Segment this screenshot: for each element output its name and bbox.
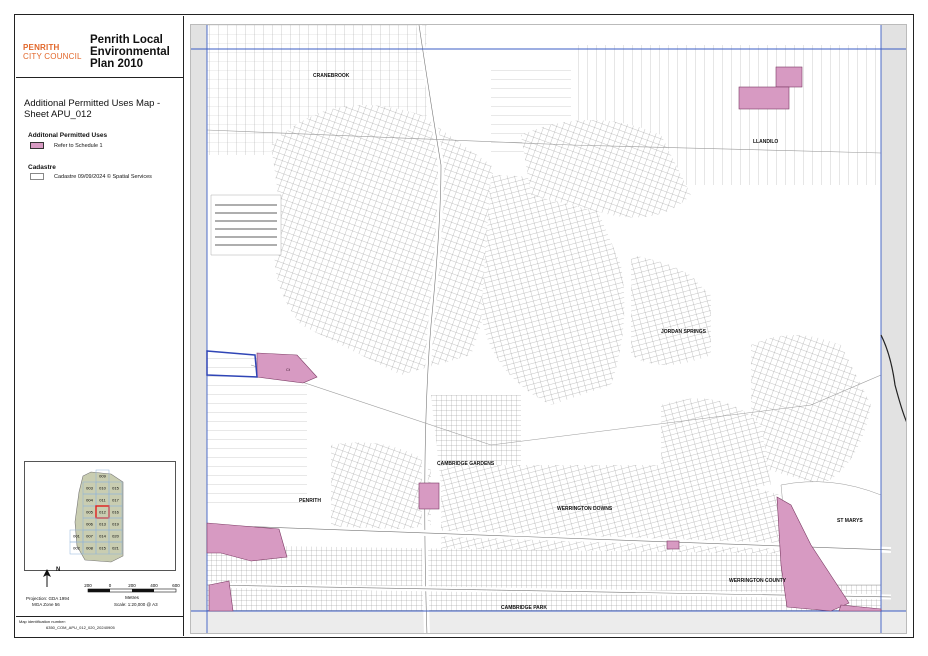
- cadastre-legend-heading: Cadastre: [28, 164, 56, 171]
- sheet-key-map: 009 003 010 015 004 011 017 005 012 016 006 013 019 0…: [24, 461, 176, 571]
- apu-parcel-llandilo-south[interactable]: [738, 86, 790, 110]
- council-logo-line2: CITY COUNCIL: [23, 52, 82, 61]
- label-werrington-downs: WERRINGTON DOWNS: [557, 506, 613, 512]
- key-map-sheet-label: 019: [112, 522, 119, 527]
- label-llandilo: LLANDILO: [753, 139, 778, 145]
- label-werrington-county: WERRINGTON COUNTY: [729, 578, 787, 584]
- legend-panel: PENRITH CITY COUNCIL Penrith Local Envir…: [16, 16, 184, 636]
- map-identification: Map identification number: 6350_COM_APU_…: [16, 616, 184, 636]
- apu-parcel-llandilo-north[interactable]: [775, 66, 803, 88]
- north-arrow-icon: [43, 569, 51, 587]
- key-map-sheet-label: 021: [112, 546, 119, 551]
- label-cranebrook: CRANEBROOK: [313, 73, 350, 79]
- plan-title: Penrith Local Environmental Plan 2010: [90, 34, 170, 70]
- cadastre-legend-item: Cadastre 09/09/2024 © Spatial Services: [54, 174, 152, 180]
- map-id-value: 6350_COM_APU_012_020_20240905: [46, 625, 115, 630]
- key-map-sheet-label: 012: [99, 510, 106, 515]
- scale-tick: 200: [128, 583, 136, 588]
- key-map-sheet-label: 010: [99, 486, 106, 491]
- key-map-sheet-label: 008: [86, 546, 93, 551]
- apu-parcel-southwest[interactable]: [208, 580, 234, 612]
- scale-ratio: Scale: 1:20,000 @ A3: [114, 602, 158, 607]
- offsheet-strip-right: [881, 25, 906, 633]
- key-map-sheet-label: 020: [112, 534, 119, 539]
- scale-unit: Metres: [125, 595, 140, 600]
- label-jordan-springs: JORDAN SPRINGS: [661, 329, 707, 335]
- key-map-sheet-label: 001: [73, 534, 80, 539]
- apu-legend-heading: Additonal Permitted Uses: [28, 132, 108, 139]
- sheet-title: Additional Permitted Uses Map - Sheet AP…: [24, 98, 161, 120]
- key-map-sheet-label: 007: [86, 534, 93, 539]
- scale-tick: 400: [150, 583, 158, 588]
- scale-tick: 0: [109, 583, 112, 588]
- key-map-sheet-label: 015: [99, 546, 106, 551]
- map-id-label: Map identification number:: [19, 619, 66, 624]
- council-logo-line1: PENRITH: [23, 43, 60, 52]
- key-map-sheet-label: 002: [73, 546, 80, 551]
- offsheet-strip-bottom: [191, 611, 906, 633]
- key-map-sheet-label: 003: [86, 486, 93, 491]
- apu-parcel-werrington[interactable]: [666, 540, 680, 550]
- scale-tick: 600: [172, 583, 180, 588]
- label-cambridge-gardens: CAMBRIDGE GARDENS: [437, 461, 495, 467]
- apu-swatch: [30, 142, 44, 149]
- offsheet-strip-left: [191, 25, 207, 633]
- key-map-sheet-label: 014: [99, 534, 106, 539]
- key-map-sheet-label: 009: [99, 474, 106, 479]
- key-map-sheet-label: 013: [99, 522, 106, 527]
- key-map-sheet-label: 004: [86, 498, 93, 503]
- key-map-sheet-label: 006: [86, 522, 93, 527]
- map-canvas[interactable]: CRANEBROOK LLANDILO JORDAN SPRINGS CAMBR…: [190, 24, 907, 634]
- key-map-sheet-label: 016: [112, 510, 119, 515]
- cadastre-map: CRANEBROOK LLANDILO JORDAN SPRINGS CAMBR…: [191, 25, 906, 633]
- cadastre-swatch: [30, 173, 44, 180]
- title-block: PENRITH CITY COUNCIL Penrith Local Envir…: [16, 16, 184, 78]
- key-map-sheet-label: 017: [112, 498, 119, 503]
- key-map-grid: 009 003 010 015 004 011 017 005 012 016 006 013 019 0…: [69, 469, 124, 563]
- key-map-sheet-label: 015: [112, 486, 119, 491]
- key-map-sheet-label: 011: [99, 498, 106, 503]
- scale-tick: 200: [84, 583, 92, 588]
- north-label: N: [56, 567, 61, 573]
- apu-parcel-cambridge-gardens[interactable]: [418, 482, 440, 510]
- apu-legend-item: Refer to Schedule 1: [54, 143, 103, 149]
- label-penrith: PENRITH: [299, 498, 321, 504]
- label-cambridge-park: CAMBRIDGE PARK: [501, 605, 547, 611]
- label-st-marys: ST MARYS: [837, 518, 863, 524]
- key-map-sheet-label: 005: [86, 510, 93, 515]
- projection-text: Projection: GDA 1994 MGA Zone 56: [26, 596, 70, 607]
